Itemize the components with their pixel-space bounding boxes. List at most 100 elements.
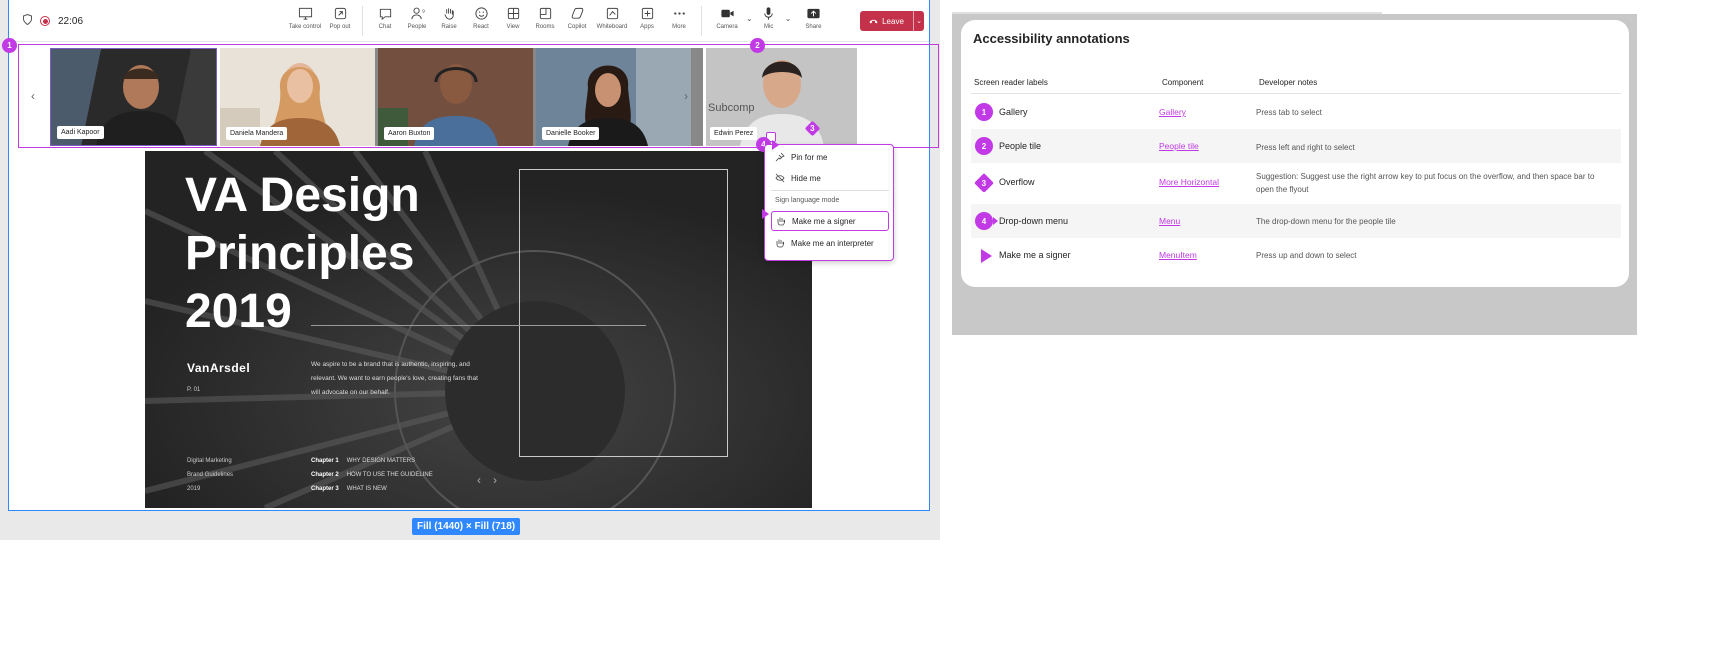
apps-icon [641, 7, 653, 20]
participant-name: Daniela Mandera [226, 127, 288, 140]
people-tile[interactable]: Aadi Kapoor [50, 48, 217, 146]
people-tile[interactable]: Danielle Booker [536, 48, 703, 146]
pop-out-button[interactable]: Pop out [324, 6, 356, 36]
annotation-component-link[interactable]: MenuItem [1159, 250, 1197, 260]
gallery-prev-arrow-icon[interactable]: ‹ [31, 89, 35, 103]
chat-button[interactable]: Chat [369, 6, 401, 36]
annotation-row: 4 Drop-down menu Menu The drop-down menu… [971, 204, 1621, 238]
view-icon [507, 7, 519, 20]
camera-icon [720, 9, 734, 18]
menu-item-make-interpreter[interactable]: Make me an interpreter [771, 233, 889, 253]
subcomponent-overlay-label: Subcomp [708, 102, 755, 114]
mic-button[interactable]: Mic [753, 6, 785, 36]
more-button[interactable]: More [663, 6, 695, 36]
annotation-component-link[interactable]: More Horizontal [1159, 177, 1219, 187]
annotation-note: Press up and down to select [1256, 251, 1357, 260]
pin-icon [775, 152, 785, 162]
annotation-row: 3 Overflow More Horizontal Suggestion: S… [971, 163, 1621, 203]
annotation-row: 1 Gallery Gallery Press tab to select [971, 95, 1621, 129]
camera-options-chevron-icon[interactable]: ⌄ [746, 14, 753, 23]
meeting-toolbar: 22:06 Take control Pop out Chat 9 People… [9, 0, 929, 42]
slide-prev-arrow-icon[interactable]: ‹ [477, 473, 493, 487]
menu-item-hide[interactable]: Hide me [771, 168, 889, 188]
annotation-arrow-marker [981, 249, 992, 263]
camera-button[interactable]: Camera [708, 6, 746, 36]
participant-name: Danielle Booker [542, 127, 600, 140]
take-control-button[interactable]: Take control [286, 6, 324, 36]
pop-out-icon [334, 7, 346, 20]
sign-language-icon [776, 239, 785, 248]
whiteboard-button[interactable]: Whiteboard [593, 6, 631, 36]
gallery[interactable]: ‹ Aadi Kapoor Daniela Mandera Aaron Buxt… [18, 44, 939, 148]
slide-chapter-list: Chapter 1 WHY DESIGN MATTERS Chapter 2 HOW… [311, 454, 433, 496]
participant-name: Aaron Buxton [384, 127, 435, 140]
rooms-button[interactable]: Rooms [529, 6, 561, 36]
participant-name: Aadi Kapoor [57, 126, 104, 139]
toolbar-status: 22:06 [23, 13, 84, 28]
apps-button[interactable]: Apps [631, 6, 663, 36]
rooms-icon [539, 7, 551, 20]
frame-size-chip: Fill (1440) × Fill (718) [412, 518, 521, 535]
annotation-label: People tile [999, 141, 1042, 151]
menu-item-make-signer[interactable]: Make me a signer [771, 211, 889, 231]
copilot-button[interactable]: Copilot [561, 6, 593, 36]
more-icon [673, 12, 685, 15]
people-tile[interactable]: Aaron Buxton [378, 48, 545, 146]
column-header-notes: Developer notes [1259, 78, 1318, 87]
sign-language-icon [777, 217, 786, 226]
people-tile[interactable]: Subcomp Edwin Perez [706, 48, 857, 146]
slide-footer-line: 2019 [187, 486, 201, 492]
header-divider [971, 93, 1621, 94]
annotation-row: 2 People tile People tile Press left and… [971, 129, 1621, 163]
annotation-note: Press left and right to select [1256, 143, 1355, 152]
shared-slide: VA Design Principles 2019 VanArsdel P. 0… [145, 151, 812, 508]
people-icon: 9 [410, 7, 425, 20]
annotation-marker: 2 [975, 137, 993, 155]
toolbar-divider [362, 6, 363, 36]
toolbar-divider [701, 6, 702, 36]
slide-navigation: ‹› [477, 473, 509, 487]
annotation-arrow-marker [993, 217, 998, 225]
raise-hand-button[interactable]: Raise [433, 6, 465, 36]
share-button[interactable]: Share [797, 6, 829, 36]
take-control-icon [298, 7, 312, 20]
slide-chapter: Chapter 2 HOW TO USE THE GUIDELINE [311, 472, 433, 478]
raise-hand-icon [443, 8, 454, 20]
annotation-note: Suggestion: Suggest use the right arrow … [1256, 172, 1595, 194]
annotation-component-link[interactable]: People tile [1159, 141, 1199, 151]
mic-options-chevron-icon[interactable]: ⌄ [785, 14, 792, 23]
react-button[interactable]: React [465, 6, 497, 36]
mic-icon [764, 7, 773, 20]
people-button[interactable]: 9 People [401, 6, 433, 36]
annotation-marker: 3 [974, 173, 994, 193]
menu-item-pin[interactable]: Pin for me [771, 147, 889, 167]
hang-up-icon [869, 19, 878, 24]
leave-button[interactable]: Leave ⌄ [860, 11, 924, 31]
annotation-badge-2: 2 [750, 38, 765, 53]
annotations-card: Accessibility annotations Screen reader … [961, 20, 1629, 287]
annotation-component-link[interactable]: Menu [1159, 216, 1180, 226]
toolbar-actions: Take control Pop out Chat 9 People Raise… [286, 6, 829, 36]
meeting-timer: 22:06 [58, 15, 84, 27]
share-icon [807, 8, 820, 19]
people-count: 9 [422, 9, 425, 14]
annotation-marker: 1 [975, 103, 993, 121]
slide-footer-line: Digital Marketing [187, 458, 232, 464]
slide-brand-logo: VanArsdel [187, 361, 251, 375]
slide-next-arrow-icon[interactable]: › [493, 473, 509, 487]
slide-frame-rect [519, 169, 728, 457]
leave-options-chevron-icon[interactable]: ⌄ [913, 11, 924, 31]
chat-icon [379, 8, 391, 21]
gallery-next-arrow-icon[interactable]: › [684, 89, 688, 103]
view-button[interactable]: View [497, 6, 529, 36]
annotation-arrow-marker [772, 140, 779, 150]
meeting-window: 22:06 Take control Pop out Chat 9 People… [0, 0, 940, 540]
annotation-label: Drop-down menu [999, 216, 1069, 226]
people-tile[interactable]: Daniela Mandera [220, 48, 387, 146]
annotation-component-link[interactable]: Gallery [1159, 107, 1186, 117]
annotation-label: Gallery [999, 107, 1028, 117]
annotation-badge-1: 1 [2, 38, 17, 53]
leave-label-group[interactable]: Leave [860, 17, 913, 26]
annotation-row: Make me a signer MenuItem Press up and d… [971, 238, 1621, 272]
column-header-component: Component [1162, 78, 1204, 87]
